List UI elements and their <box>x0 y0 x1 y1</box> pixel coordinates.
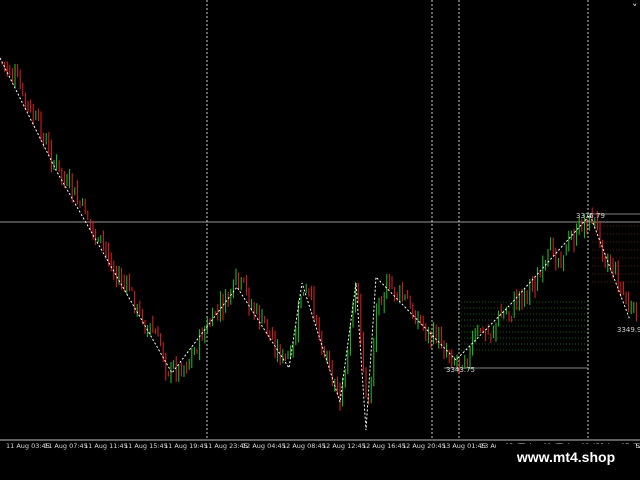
time-axis-label: 12 Aug 16:45 <box>362 442 406 450</box>
watermark-logo: www.mt4.shop <box>496 444 636 470</box>
time-axis-label: 11 Aug 19:45 <box>164 442 208 450</box>
price-label-right: 3349.98 <box>617 326 640 334</box>
time-axis-label: 12 Aug 12:45 <box>322 442 366 450</box>
zigzag-indicator-line <box>0 57 631 431</box>
price-label-low: 3343.75 <box>446 366 475 374</box>
time-axis-label: 11 Aug 11:45 <box>84 442 128 450</box>
time-axis-label: 12 Aug 04:45 <box>242 442 286 450</box>
time-axis-label: 11 Aug 07:45 <box>44 442 88 450</box>
price-label-high: 3375.79 <box>576 212 605 220</box>
time-axis-label: 12 Aug 20:45 <box>402 442 446 450</box>
time-axis-label: 11 Aug 15:45 <box>124 442 168 450</box>
chart-scroll-marker-icon: ˅ <box>632 2 638 15</box>
price-chart[interactable] <box>0 0 640 480</box>
time-axis-label: 12 Aug 08:45 <box>282 442 326 450</box>
